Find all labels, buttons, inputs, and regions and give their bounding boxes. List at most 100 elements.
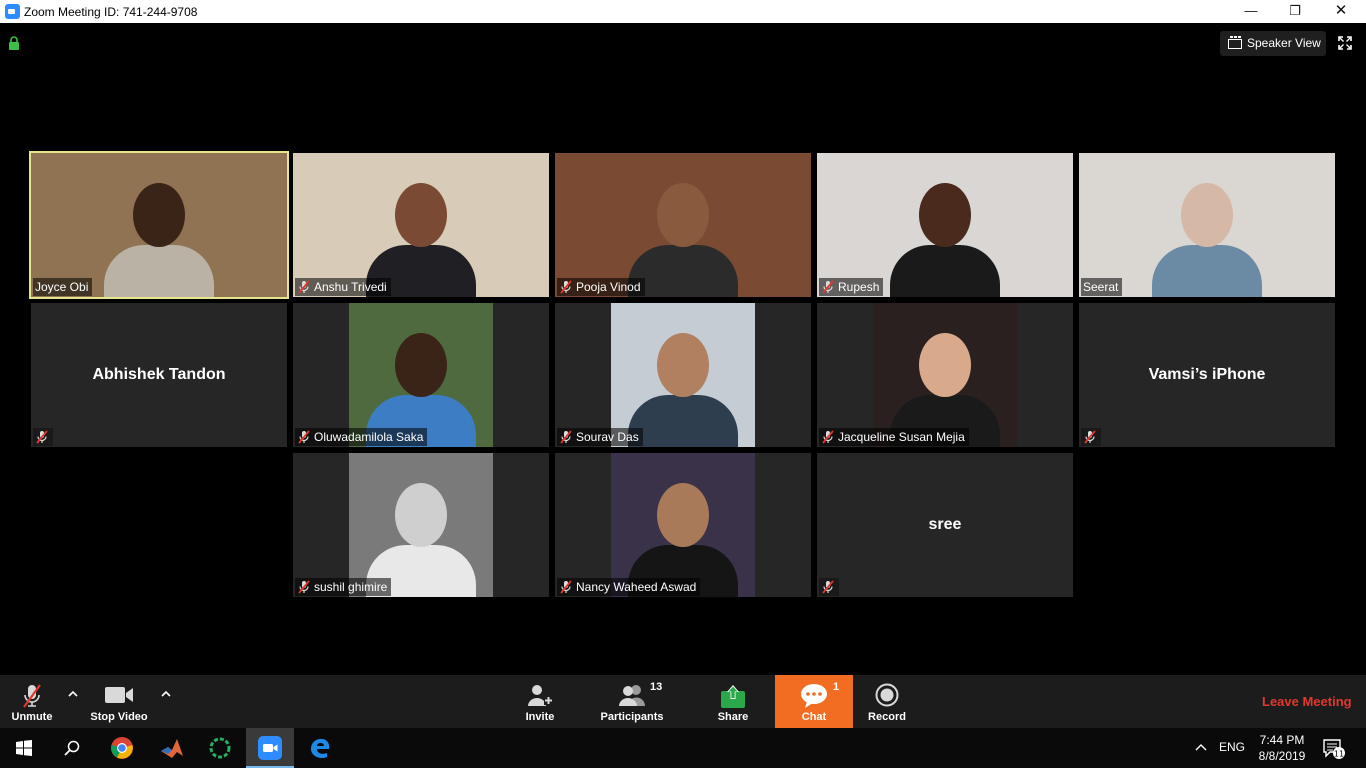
taskbar-app-ring[interactable] bbox=[196, 728, 244, 768]
participant-name: Rupesh bbox=[838, 280, 880, 294]
invite-person-icon bbox=[528, 685, 553, 706]
chat-bubble-icon bbox=[801, 684, 827, 708]
edge-icon bbox=[311, 738, 330, 759]
participant-body bbox=[628, 245, 738, 297]
meeting-toolbar: Unmute Stop Video Invite Participants 13 bbox=[0, 675, 1366, 728]
muted-microphone-icon bbox=[559, 430, 573, 444]
participant-tile[interactable]: Abhishek Tandon bbox=[31, 303, 287, 447]
participant-video bbox=[1079, 153, 1335, 297]
participant-name: Pooja Vinod bbox=[576, 280, 641, 294]
zoom-app-icon bbox=[5, 4, 20, 19]
participant-name-tag bbox=[33, 428, 53, 446]
participant-name: Nancy Waheed Aswad bbox=[576, 580, 697, 594]
record-button[interactable]: Record bbox=[862, 675, 912, 728]
taskbar-clock[interactable]: 7:44 PM 8/8/2019 bbox=[1252, 732, 1312, 764]
participant-face bbox=[657, 183, 709, 247]
participant-tile[interactable]: Pooja Vinod bbox=[555, 153, 811, 297]
app-ring-icon bbox=[209, 737, 231, 759]
participant-tile[interactable]: sree bbox=[817, 453, 1073, 597]
clock-date: 8/8/2019 bbox=[1258, 749, 1306, 763]
chat-unread-badge: 1 bbox=[833, 681, 840, 693]
matlab-icon bbox=[161, 739, 183, 758]
stop-video-label: Stop Video bbox=[90, 711, 148, 723]
notification-icon: 11 bbox=[1323, 739, 1345, 759]
show-hidden-icons-icon[interactable] bbox=[1195, 742, 1207, 752]
windows-start-button[interactable] bbox=[0, 728, 48, 768]
participant-tile[interactable]: Seerat bbox=[1079, 153, 1335, 297]
muted-microphone-icon bbox=[297, 580, 311, 594]
encryption-lock-icon[interactable] bbox=[8, 36, 20, 50]
muted-microphone-icon bbox=[559, 280, 573, 294]
participant-tile[interactable]: Vamsi’s iPhone bbox=[1079, 303, 1335, 447]
window-titlebar: Zoom Meeting ID: 741-244-9708 — ❐ ✕ bbox=[0, 0, 1366, 23]
maximize-button[interactable]: ❐ bbox=[1272, 0, 1318, 23]
notification-count: 11 bbox=[1334, 750, 1344, 759]
taskbar-zoom[interactable] bbox=[246, 728, 294, 768]
record-label: Record bbox=[868, 711, 906, 723]
participant-tile[interactable]: Oluwadamilola Saka bbox=[293, 303, 549, 447]
participant-tile[interactable]: Rupesh bbox=[817, 153, 1073, 297]
participant-name: Seerat bbox=[1083, 280, 1119, 294]
participant-name: Anshu Trivedi bbox=[314, 280, 387, 294]
participant-face bbox=[395, 483, 447, 547]
invite-label: Invite bbox=[525, 711, 555, 723]
participant-tile[interactable]: Jacqueline Susan Mejia bbox=[817, 303, 1073, 447]
participant-name-tag bbox=[819, 578, 839, 596]
participant-name: Oluwadamilola Saka bbox=[314, 430, 424, 444]
stop-video-button[interactable]: Stop Video bbox=[84, 675, 154, 728]
participant-tile[interactable]: Anshu Trivedi bbox=[293, 153, 549, 297]
taskbar-chrome[interactable] bbox=[98, 728, 146, 768]
participant-name-placeholder: Abhishek Tandon bbox=[92, 366, 226, 383]
participant-body bbox=[1152, 245, 1262, 297]
muted-microphone-icon bbox=[821, 430, 835, 444]
zoom-icon bbox=[258, 736, 282, 760]
windows-taskbar: ENG 7:44 PM 8/8/2019 11 bbox=[0, 728, 1366, 768]
participant-video bbox=[349, 453, 493, 597]
speaker-view-button[interactable]: Speaker View bbox=[1220, 31, 1326, 56]
participant-face bbox=[657, 483, 709, 547]
participant-body bbox=[890, 245, 1000, 297]
muted-microphone-icon bbox=[821, 580, 835, 594]
taskbar-search-button[interactable] bbox=[48, 728, 96, 768]
participant-tile[interactable]: Sourav Das bbox=[555, 303, 811, 447]
participant-body bbox=[104, 245, 214, 297]
participant-name-tag: Anshu Trivedi bbox=[295, 278, 391, 296]
participant-name-tag: Sourav Das bbox=[557, 428, 643, 446]
participant-video bbox=[555, 153, 811, 297]
close-button[interactable]: ✕ bbox=[1318, 0, 1364, 23]
chrome-icon bbox=[111, 737, 133, 759]
fullscreen-icon[interactable] bbox=[1338, 36, 1352, 50]
clock-time: 7:44 PM bbox=[1259, 733, 1305, 747]
participant-face bbox=[395, 333, 447, 397]
participant-video bbox=[293, 153, 549, 297]
invite-button[interactable]: Invite bbox=[512, 675, 568, 728]
participants-label: Participants bbox=[600, 711, 664, 723]
participant-tile[interactable]: Joyce Obi bbox=[29, 151, 289, 299]
speaker-view-label: Speaker View bbox=[1247, 36, 1321, 50]
participant-video bbox=[611, 453, 755, 597]
participant-video bbox=[31, 153, 287, 297]
muted-microphone-icon bbox=[297, 430, 311, 444]
input-language[interactable]: ENG bbox=[1219, 740, 1245, 754]
taskbar-matlab[interactable] bbox=[148, 728, 196, 768]
participant-face bbox=[395, 183, 447, 247]
participant-tile[interactable]: Nancy Waheed Aswad bbox=[555, 453, 811, 597]
video-options-chevron-icon[interactable] bbox=[161, 689, 171, 699]
participants-icon bbox=[619, 685, 645, 706]
leave-meeting-button[interactable]: Leave Meeting bbox=[1262, 694, 1352, 709]
window-title: Zoom Meeting ID: 741-244-9708 bbox=[24, 5, 198, 19]
chat-button[interactable]: Chat bbox=[775, 675, 853, 728]
action-center-button[interactable]: 11 bbox=[1322, 738, 1346, 765]
participant-name-tag: Jacqueline Susan Mejia bbox=[819, 428, 969, 446]
muted-microphone-icon bbox=[35, 430, 49, 444]
search-icon bbox=[64, 740, 80, 756]
share-screen-button[interactable]: Share bbox=[705, 675, 761, 728]
participant-tile[interactable]: sushil ghimire bbox=[293, 453, 549, 597]
taskbar-edge[interactable] bbox=[296, 728, 344, 768]
participant-video bbox=[817, 153, 1073, 297]
minimize-button[interactable]: — bbox=[1228, 0, 1274, 23]
audio-options-chevron-icon[interactable] bbox=[68, 689, 78, 699]
unmute-button[interactable]: Unmute bbox=[4, 675, 60, 728]
muted-microphone-icon bbox=[23, 684, 41, 708]
windows-start-icon bbox=[16, 740, 32, 756]
